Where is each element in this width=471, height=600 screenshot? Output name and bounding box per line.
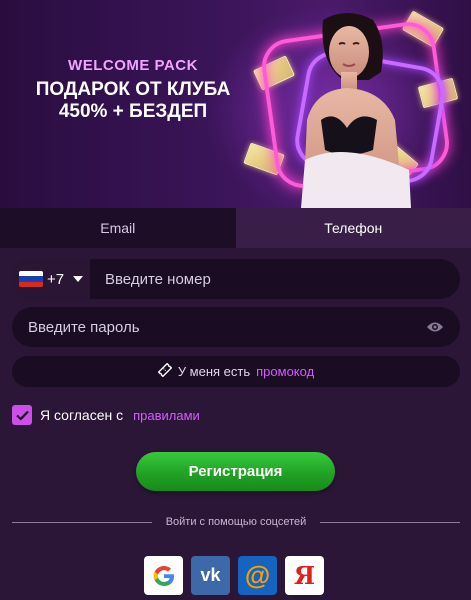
chevron-down-icon (73, 276, 84, 282)
auth-tabs: Email Телефон (0, 208, 471, 248)
promo-text: У меня есть (177, 364, 251, 379)
terms-text: Я согласен с (40, 407, 124, 423)
vk-icon: vk (200, 565, 221, 585)
social-login-label: Войти с помощью соцсетей (165, 516, 307, 528)
dial-code: +7 (46, 270, 65, 288)
eye-icon[interactable] (424, 316, 446, 338)
yandex-icon: Я (293, 561, 316, 590)
promo-code-toggle[interactable]: У меня есть промокод (12, 356, 460, 387)
banner-bonus-label: 450% + БЕЗДЕП (58, 101, 208, 122)
password-input[interactable] (12, 307, 424, 347)
tab-phone[interactable]: Телефон (235, 208, 471, 248)
banner-welcome-label: WELCOME PACK (68, 57, 198, 74)
google-login-button[interactable] (144, 556, 183, 595)
yandex-login-button[interactable]: Я (285, 556, 324, 595)
register-button[interactable]: Регистрация (136, 452, 335, 491)
banner-model-image (301, 13, 411, 208)
checkmark-icon (15, 410, 29, 421)
terms-checkbox[interactable] (12, 405, 32, 425)
phone-input[interactable] (90, 259, 460, 299)
mail-ru-icon: @ (244, 560, 271, 590)
promo-banner[interactable]: WELCOME PACK ПОДАРОК ОТ КЛУБА 450% + БЕЗ… (0, 0, 471, 208)
tab-email[interactable]: Email (0, 208, 236, 248)
google-icon (153, 565, 174, 586)
terms-link[interactable]: правилами (133, 408, 200, 423)
divider-line (12, 521, 152, 523)
ticket-icon (157, 362, 173, 380)
country-code-select[interactable]: +7 (12, 259, 90, 299)
phone-field: +7 (12, 259, 460, 299)
vk-login-button[interactable]: vk (191, 556, 230, 595)
divider-line (320, 521, 460, 523)
banner-text: WELCOME PACK ПОДАРОК ОТ КЛУБА 450% + БЕЗ… (28, 57, 238, 123)
terms-agreement: Я согласен с правилами (12, 405, 200, 425)
mail-ru-login-button[interactable]: @ (238, 556, 277, 595)
banner-gift-label: ПОДАРОК ОТ КЛУБА (35, 79, 231, 100)
password-field (12, 307, 460, 347)
social-login-buttons: vk @ Я (144, 556, 324, 595)
russia-flag-icon (18, 271, 43, 287)
social-divider: Войти с помощью соцсетей (12, 516, 460, 528)
promo-link[interactable]: промокод (256, 364, 314, 379)
